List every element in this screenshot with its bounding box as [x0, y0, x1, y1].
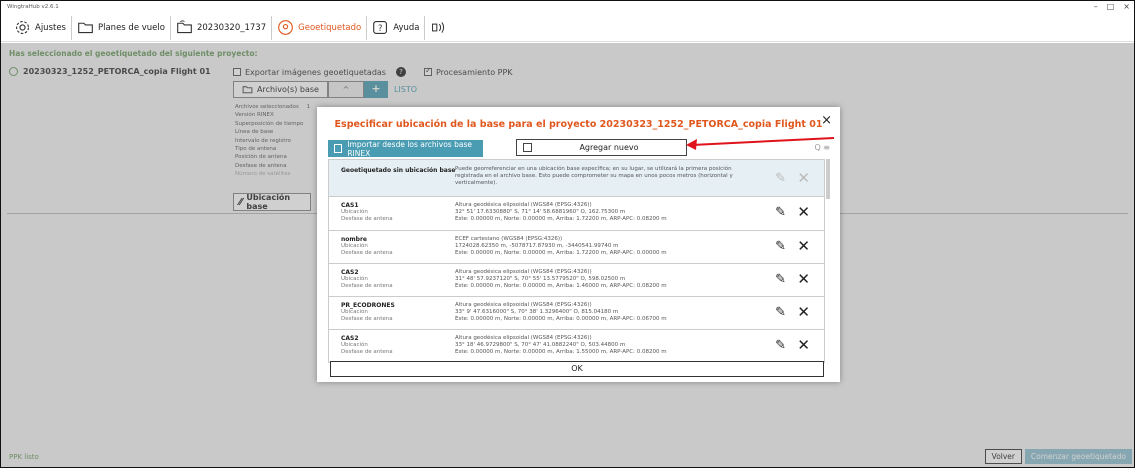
menu-planes-de-vuelo[interactable]: Planes de vuelo — [72, 15, 171, 40]
menu-ayuda[interactable]: ? Ayuda — [367, 15, 426, 40]
import-label: Importar desde los archivos base RINEX — [347, 139, 472, 158]
folder-icon — [77, 19, 94, 36]
menu-planes-label: Planes de vuelo — [97, 22, 165, 33]
maximize-button[interactable]: □ — [1107, 1, 1115, 13]
delete-icon[interactable]: ✕ — [797, 303, 810, 321]
close-icon[interactable]: × — [821, 113, 832, 128]
edit-icon[interactable]: ✎ — [775, 305, 786, 320]
sound-icon — [430, 19, 447, 36]
minimize-button[interactable]: – — [1094, 1, 1098, 13]
row-sub: Ubicación Desfase de antena — [341, 309, 393, 322]
list-item[interactable]: CAS2 Ubicación Desfase de antena Altura … — [328, 264, 825, 297]
row-sub: Ubicación Desfase de antena — [341, 243, 393, 256]
help-icon: ? — [372, 19, 389, 36]
delete-icon[interactable]: ✕ — [797, 270, 810, 288]
edit-icon[interactable]: ✎ — [775, 272, 786, 287]
add-new-button[interactable]: Agregar nuevo — [516, 139, 687, 156]
row-desc: Altura geodésica elipsoidal (WGS84 (EPSG… — [455, 269, 667, 289]
row-sub: Ubicación Desfase de antena — [341, 209, 393, 222]
list-item[interactable]: PR_ECODRONES Ubicación Desfase de antena… — [328, 297, 825, 330]
base-location-list: Geoetiquetado sin ubicación base Puede g… — [328, 159, 825, 363]
list-item[interactable]: CAS1 Ubicación Desfase de antena Altura … — [328, 197, 825, 231]
delete-icon[interactable]: ✕ — [797, 203, 810, 221]
dialog-title: Especificar ubicación de la base para el… — [334, 119, 823, 130]
row-name: CAS2 — [341, 335, 359, 342]
svg-text:?: ? — [378, 24, 383, 34]
menu-geoetiquetado-label: Geoetiquetado — [298, 22, 362, 33]
row-desc: ECEF cartesiano (WGS84 (EPSG:4326)) 1724… — [455, 236, 667, 256]
list-item[interactable]: nombre Ubicación Desfase de antena ECEF … — [328, 231, 825, 264]
edit-icon[interactable]: ✎ — [775, 239, 786, 254]
delete-icon[interactable]: ✕ — [797, 169, 810, 187]
app-window: WingtraHub v2.6.1 – □ × Ajustes Planes d… — [1, 1, 1134, 467]
edit-icon[interactable]: ✎ — [775, 338, 786, 353]
row-name: PR_ECODRONES — [341, 302, 395, 309]
menu-ajustes[interactable]: Ajustes — [9, 15, 72, 40]
edit-icon[interactable]: ✎ — [775, 205, 786, 220]
row-name: Geoetiquetado sin ubicación base — [341, 167, 456, 174]
menu-ajustes-label: Ajustes — [35, 22, 66, 33]
sound-button[interactable] — [425, 16, 452, 40]
row-name: CAS1 — [341, 202, 359, 209]
delete-icon[interactable]: ✕ — [797, 237, 810, 255]
row-desc: Altura geodésica elipsoidal (WGS84 (EPSG… — [455, 302, 667, 322]
menu-geoetiquetado[interactable]: Geoetiquetado — [272, 15, 368, 40]
add-icon — [523, 143, 532, 152]
row-desc: Altura geodésica elipsoidal (WGS84 (EPSG… — [455, 202, 667, 222]
delete-icon[interactable]: ✕ — [797, 336, 810, 354]
import-icon — [334, 144, 343, 153]
close-window-button[interactable]: × — [1123, 1, 1130, 13]
row-sub: Ubicación Desfase de antena — [341, 276, 393, 289]
list-item[interactable]: Geoetiquetado sin ubicación base Puede g… — [328, 159, 825, 197]
red-arrow-annotation — [686, 137, 835, 150]
row-sub: Ubicación Desfase de antena — [341, 342, 393, 355]
menu-ayuda-label: Ayuda — [393, 22, 420, 33]
window-title: WingtraHub v2.6.1 — [7, 4, 59, 10]
row-name: CAS2 — [341, 269, 359, 276]
row-desc: Altura geodésica elipsoidal (WGS84 (EPSG… — [455, 335, 667, 355]
gear-icon — [14, 19, 31, 36]
list-scrollbar[interactable] — [826, 159, 830, 199]
menubar: Ajustes Planes de vuelo 20230320_1737 Ge… — [1, 14, 1134, 42]
menu-flight-folder[interactable]: 20230320_1737 — [171, 15, 273, 40]
row-desc: Puede georreferenciar en una ubicación b… — [455, 166, 733, 186]
ok-button[interactable]: OK — [330, 361, 824, 377]
list-item[interactable]: CAS2 Ubicación Desfase de antena Altura … — [328, 330, 825, 363]
location-pin-icon — [277, 19, 294, 36]
window-controls: – □ × — [1094, 1, 1130, 13]
base-location-dialog: Especificar ubicación de la base para el… — [317, 107, 840, 382]
flight-folder-icon — [176, 19, 193, 36]
row-name: nombre — [341, 236, 367, 243]
add-new-label: Agregar nuevo — [579, 143, 639, 152]
import-rinex-button[interactable]: Importar desde los archivos base RINEX — [328, 139, 483, 158]
menu-flight-label: 20230320_1737 — [196, 22, 267, 33]
edit-icon[interactable]: ✎ — [775, 171, 786, 186]
title-bar: WingtraHub v2.6.1 – □ × — [1, 1, 1134, 13]
